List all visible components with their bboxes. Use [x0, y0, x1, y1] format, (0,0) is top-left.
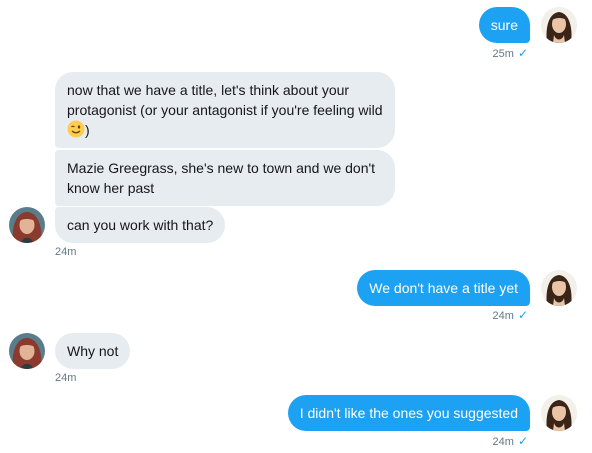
timestamp: 24m: [55, 372, 77, 384]
message-meta: 25m ✓: [493, 46, 528, 61]
timestamp: 25m: [492, 48, 514, 60]
message-text-end: ): [85, 122, 90, 138]
winking-face-emoji-icon: [67, 120, 85, 138]
received-message-bubble[interactable]: Why not: [55, 333, 131, 369]
received-message-bubble[interactable]: Mazie Greegrass, she's new to town and w…: [55, 150, 395, 206]
message-text: sure: [490, 17, 518, 33]
avatar-portrait-icon: [9, 333, 45, 369]
avatar-portrait-icon: [541, 395, 577, 431]
message-text: Mazie Greegrass, she's new to town and w…: [67, 160, 376, 196]
message-text: can you work with that?: [67, 217, 214, 233]
avatar-portrait-icon: [541, 7, 577, 43]
message-text: now that we have a title, let's think ab…: [67, 82, 383, 118]
contact-avatar[interactable]: [9, 207, 45, 243]
avatar-portrait-icon: [541, 270, 577, 306]
message-meta: 24m: [55, 371, 76, 385]
received-message-bubble[interactable]: can you work with that?: [55, 207, 226, 243]
own-avatar[interactable]: [541, 395, 577, 431]
received-message-bubble[interactable]: now that we have a title, let's think ab…: [55, 72, 395, 148]
timestamp: 24m: [55, 246, 77, 258]
own-avatar[interactable]: [541, 7, 577, 43]
message-text: We don't have a title yet: [369, 280, 518, 296]
check-icon: ✓: [517, 46, 528, 60]
contact-avatar[interactable]: [9, 333, 45, 369]
own-avatar[interactable]: [541, 270, 577, 306]
message-text: Why not: [67, 343, 119, 359]
message-meta: 24m: [55, 245, 76, 259]
avatar-portrait-icon: [9, 207, 45, 243]
timestamp: 24m: [492, 436, 514, 448]
sent-message-bubble[interactable]: sure: [478, 7, 530, 43]
check-icon: ✓: [517, 308, 528, 322]
message-meta: 24m ✓: [493, 434, 528, 449]
timestamp: 24m: [492, 310, 514, 322]
sent-message-bubble[interactable]: I didn't like the ones you suggested: [287, 395, 530, 431]
message-text: I didn't like the ones you suggested: [299, 405, 518, 421]
sent-message-bubble[interactable]: We don't have a title yet: [357, 270, 530, 306]
check-icon: ✓: [517, 434, 528, 448]
message-meta: 24m ✓: [493, 308, 528, 323]
